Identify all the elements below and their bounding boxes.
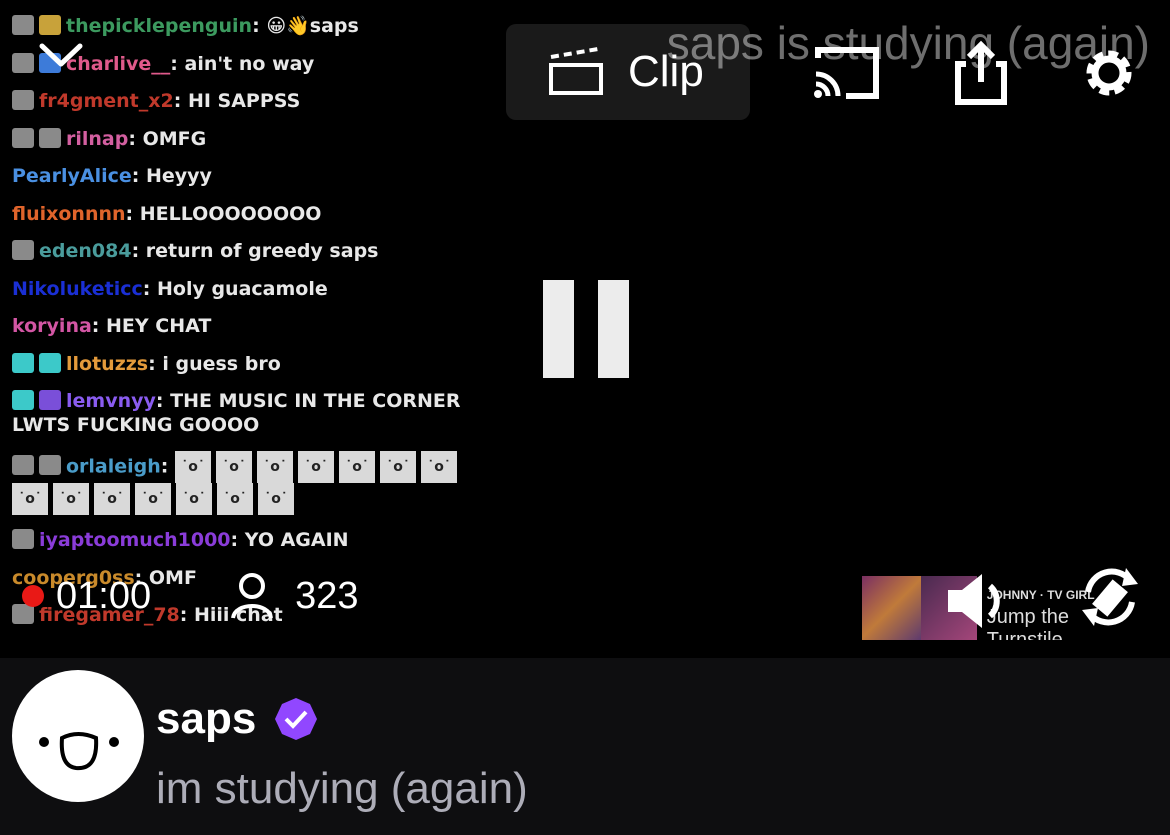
viewer-count-value: 323: [295, 574, 359, 617]
chat-message: koryina: HEY CHAT: [12, 315, 212, 337]
chat-badge-icon: [39, 127, 61, 148]
clip-label: Clip: [628, 47, 704, 96]
chat-text: Holy guacamole: [156, 277, 328, 300]
chat-emote-icon: ˙o˙: [421, 450, 458, 483]
chat-username[interactable]: rilnap: [66, 128, 128, 150]
chat-emote-icon: ˙o˙: [12, 482, 48, 515]
chat-badge-icon: [12, 52, 34, 73]
chat-text: return of greedy saps: [145, 240, 379, 262]
avatar[interactable]: [12, 670, 144, 802]
channel-name[interactable]: saps: [156, 694, 318, 744]
live-indicator-icon: [22, 585, 44, 607]
chat-message: eden084: return of greedy saps: [12, 239, 482, 263]
chat-text: ain't no way: [184, 52, 315, 75]
channel-name-text: saps: [156, 694, 257, 743]
chat-emote-icon: ˙o˙: [94, 482, 130, 515]
chat-emote-icon: ˙o˙: [217, 482, 253, 515]
chat-emote-icon: ˙o˙: [298, 450, 335, 483]
chat-emote-icon: ˙o˙: [339, 450, 376, 483]
chat-emote-icon: ˙o˙: [258, 482, 294, 515]
chat-badge-icon: [39, 390, 61, 410]
chat-badge-icon: [12, 15, 34, 35]
chat-username[interactable]: koryina: [12, 315, 92, 337]
chat-text: Heyyy: [146, 165, 212, 187]
chat-username[interactable]: PearlyAlice: [12, 165, 132, 187]
video-player[interactable]: thepicklepenguin: 😀👋saps charlive__: ain'…: [0, 0, 1170, 658]
chat-username[interactable]: orlaleigh: [66, 455, 161, 477]
chat-username[interactable]: Nikoluketicc: [12, 278, 143, 300]
chat-emote-icon: ˙o˙: [380, 450, 417, 483]
chat-badge-icon: [12, 240, 34, 260]
pause-bar-left: [543, 280, 574, 378]
share-icon[interactable]: [944, 40, 1018, 106]
rotate-screen-icon[interactable]: [1078, 562, 1142, 632]
verified-badge-icon: [275, 698, 318, 740]
chat-username[interactable]: iyaptoomuch1000: [39, 529, 231, 551]
chat-message: Nikoluketicc: Holy guacamole: [12, 277, 328, 300]
chat-username[interactable]: llotuzzs: [66, 353, 148, 375]
smiley-face-icon: [39, 732, 119, 771]
stream-title: im studying (again): [156, 764, 528, 813]
viewer-count: 323: [229, 572, 359, 620]
chat-text: HEY CHAT: [106, 315, 212, 337]
chat-message: fluixonnnn: HELLOOOOOOOO: [12, 202, 322, 225]
album-art: [862, 576, 922, 640]
clip-button[interactable]: Clip: [506, 24, 750, 120]
chat-badge-icon: [12, 455, 34, 475]
chat-message: iyaptoomuch1000: YO AGAIN: [12, 528, 482, 552]
chat-badge-icon: [12, 352, 34, 373]
chat-message: PearlyAlice: Heyyy: [12, 165, 212, 187]
chat-emote-icon: 😀👋: [266, 15, 310, 37]
chat-text: OMFG: [142, 127, 207, 150]
volume-icon[interactable]: [944, 570, 1012, 632]
chat-message: llotuzzs: i guess bro: [12, 352, 482, 376]
clapperboard-icon: [549, 47, 603, 95]
uptime: 01:00: [56, 574, 152, 617]
chat-text: saps: [309, 15, 359, 37]
pause-bar-right: [598, 280, 629, 378]
channel-info: saps im studying (again): [0, 658, 1170, 835]
chat-emote-icon: ˙o˙: [257, 450, 294, 483]
chevron-down-icon[interactable]: [36, 30, 86, 80]
chat-badge-icon: [12, 90, 34, 110]
chat-emote-icon: ˙o˙: [176, 482, 212, 515]
chat-username[interactable]: lemvnyy: [66, 390, 156, 412]
chat-badge-icon: [12, 127, 34, 148]
stream-stats: 01:00 323: [22, 572, 359, 620]
chat-badge-icon: [12, 390, 34, 410]
chat-overlay: thepicklepenguin: 😀👋saps charlive__: ain'…: [12, 14, 482, 641]
chat-username[interactable]: fr4gment_x2: [39, 90, 174, 112]
chat-badge-icon: [12, 529, 34, 549]
person-icon: [231, 573, 274, 619]
chat-username[interactable]: thepicklepenguin: [66, 15, 252, 37]
chat-emote-icon: ˙o˙: [135, 482, 171, 515]
chat-message: lemvnyy: THE MUSIC IN THE CORNER LWTS FU…: [12, 390, 461, 436]
chat-badge-icon: [39, 352, 61, 373]
cast-icon[interactable]: [810, 40, 884, 106]
chat-username[interactable]: fluixonnnn: [12, 203, 126, 225]
chat-message: orlaleigh: ˙o˙ ˙o˙ ˙o˙ ˙o˙ ˙o˙ ˙o˙ ˙o˙˙o˙ ˙o˙ ˙o…: [12, 450, 482, 515]
chat-text: HI SAPPSS: [187, 90, 301, 112]
chat-text: HELLOOOOOOOO: [139, 202, 322, 225]
pause-button[interactable]: [543, 280, 629, 378]
chat-text: YO AGAIN: [244, 529, 349, 551]
chat-username[interactable]: eden084: [39, 240, 132, 262]
gear-icon[interactable]: [1072, 40, 1146, 106]
chat-badge-icon: [39, 455, 61, 475]
chat-emote-icon: ˙o˙: [175, 450, 212, 483]
chat-message: fr4gment_x2: HI SAPPSS: [12, 89, 482, 113]
chat-message: rilnap: OMFG: [12, 127, 482, 151]
chat-emote-icon: ˙o˙: [53, 482, 89, 515]
chat-emote-icon: ˙o˙: [216, 450, 253, 483]
chat-text: i guess bro: [162, 352, 281, 375]
